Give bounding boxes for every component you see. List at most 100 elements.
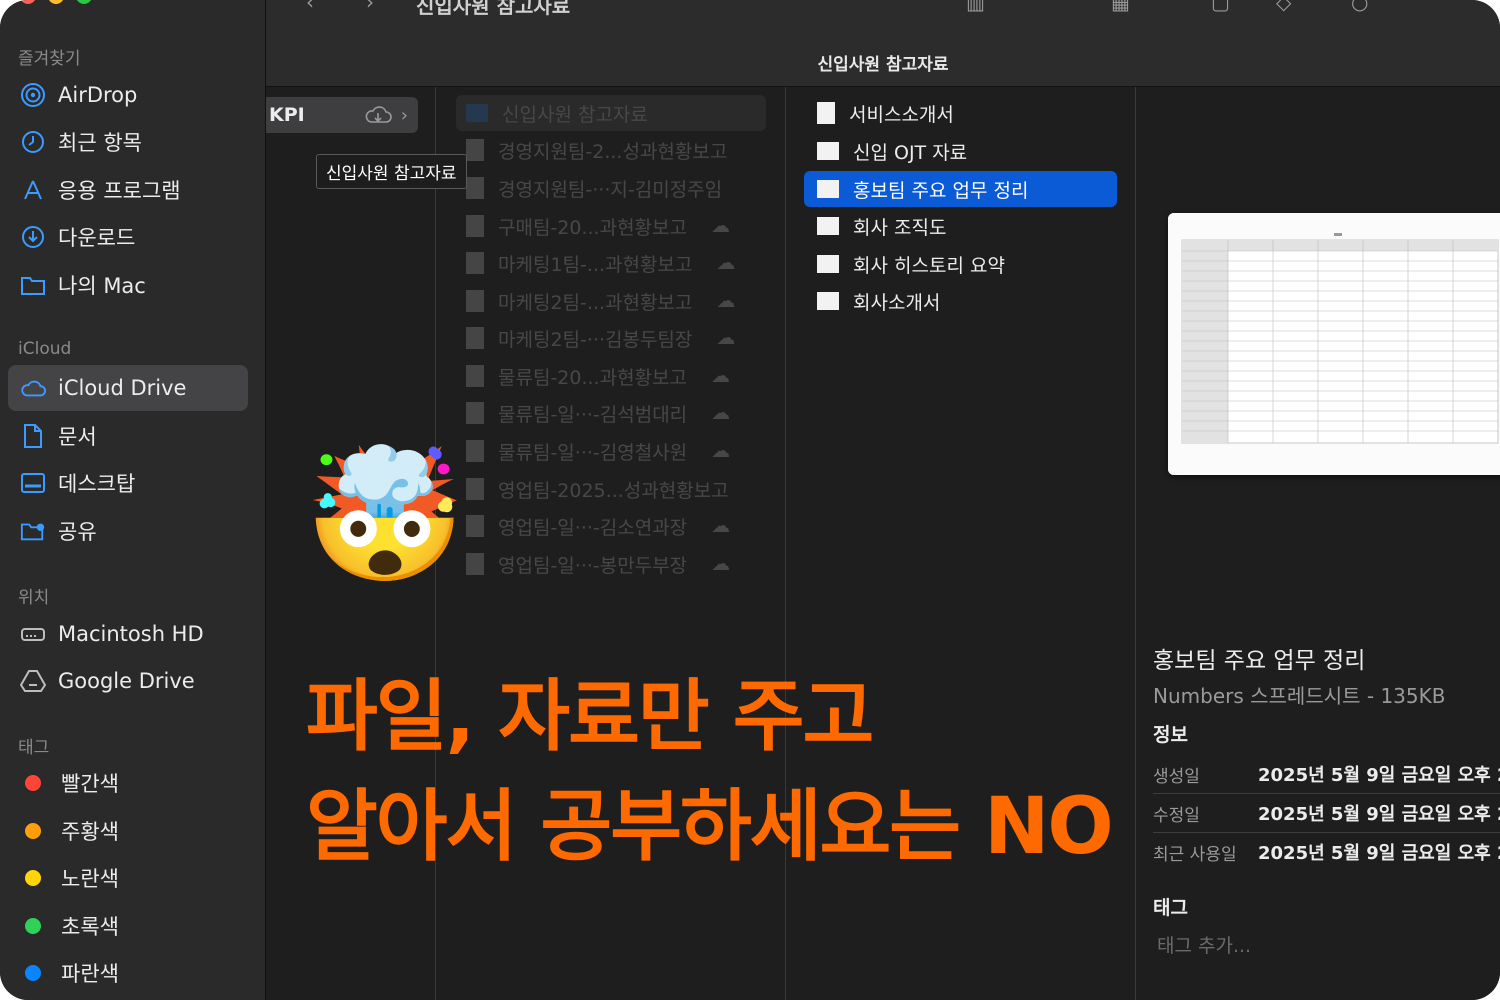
sidebar-item-label: 주황색 [61,820,119,844]
disk-icon [20,621,46,647]
list-item[interactable]: 마케팅1팀-...과현황보고 ☁ [466,245,735,281]
file-name: 경영지원팀-2...성과현황보고 [498,140,728,163]
sidebar-item-label: 문서 [58,425,97,449]
modified-label: 수정일 [1153,806,1200,826]
sidebar-item-macintosh-hd[interactable]: Macintosh HD [8,611,248,657]
icloud-download-icon: ☁ [711,553,731,575]
zoom-button[interactable] [76,0,92,4]
file-name: 서비스소개서 [849,103,954,126]
airdrop-icon [20,82,46,108]
shared-folder-icon [20,518,46,544]
list-item[interactable]: 마케팅2팀-...과현황보고 ☁ [466,283,735,319]
list-item[interactable]: 서비스소개서 [817,95,954,131]
list-item[interactable]: 영업팀-일···-봉만두부장 ☁ [466,546,730,582]
list-item-selected[interactable]: 홍보팀 주요 업무 정리 [804,171,1117,207]
icloud-download-icon: ☁ [711,440,731,462]
list-item[interactable]: 회사 조직도 [817,208,946,244]
forward-chevron-icon[interactable]: › [366,0,374,14]
file-name: 마케팅2팀-...과현황보고 [498,291,693,314]
list-item[interactable]: 물류팀-20...과현황보고 ☁ [466,358,730,394]
file-icon [466,478,484,500]
sidebar-item-label: 최근 항목 [58,131,142,155]
sidebar-item-documents[interactable]: 문서 [8,413,248,459]
toolbar: ‹ › 신입사원 참고자료 ▥ ▦ ▢ ◇ ○ 신입사원 참고자료 [266,0,1500,87]
file-name: 구매팀-20...과현황보고 [498,216,687,239]
sidebar-item-icloud-drive[interactable]: iCloud Drive [8,365,248,411]
file-name: 회사 히스토리 요약 [853,254,1005,277]
sidebar-item-recents[interactable]: 최근 항목 [8,119,248,165]
list-item[interactable]: 회사 히스토리 요약 [817,246,1005,282]
sidebar-item-label: 노란색 [61,867,119,891]
tag-icon[interactable]: ◇ [1276,0,1291,14]
close-button[interactable] [20,0,36,4]
minimize-button[interactable] [48,0,64,4]
sidebar-item-google-drive[interactable]: Google Drive [8,658,248,704]
folder-row-kpi[interactable]: KPI › [266,97,418,133]
applications-icon [20,177,46,203]
file-icon [466,290,484,312]
sidebar-item-label: 빨간색 [61,772,119,796]
sidebar-tag-blue[interactable]: 파란색 [8,950,248,996]
tag-dot-icon [25,823,41,839]
file-name: 신입사원 참고자료 [502,103,648,126]
sidebar-item-my-mac[interactable]: 나의 Mac [8,262,248,308]
file-icon [466,177,484,199]
modified-value: 2025년 5월 9일 금요일 오후 2: [1258,804,1500,825]
back-chevron-icon[interactable]: ‹ [306,0,314,14]
icloud-download-icon: ☁ [716,327,736,349]
sidebar-item-applications[interactable]: 응용 프로그램 [8,167,248,213]
more-icon[interactable]: ○ [1351,0,1368,14]
divider [1153,832,1500,833]
sidebar-tag-yellow[interactable]: 노란색 [8,855,248,901]
file-icon [817,142,839,160]
list-item[interactable]: 물류팀-일···-김석범대리 ☁ [466,395,730,431]
sidebar-tag-red[interactable]: 빨간색 [8,760,248,806]
tag-dot-icon [25,870,41,886]
group-icon[interactable]: ▦ [1111,0,1130,14]
icloud-download-icon: ☁ [716,290,736,312]
list-item[interactable]: 마케팅2팀-···김봉두팀장 ☁ [466,320,735,356]
tags-title: 태그 [1153,897,1188,919]
sidebar-item-airdrop[interactable]: AirDrop [8,72,248,118]
list-item[interactable]: 영업팀-일···-김소연과장 ☁ [466,508,730,544]
list-item[interactable]: 경영지원팀-···지-김미정주임 [466,170,722,206]
icloud-download-icon: ☁ [711,515,731,537]
file-name: 신입 OJT 자료 [853,141,968,164]
file-icon [466,252,484,274]
file-name: 물류팀-일···-김석범대리 [498,403,688,426]
folder-icon [20,272,46,298]
list-item[interactable]: 영업팀-2025...성과현황보고 [466,471,729,507]
add-tags-input[interactable]: 태그 추가... [1157,931,1251,958]
preview-kind: Numbers 스프레드시트 - 135KB [1153,684,1446,708]
sidebar-item-label: 다운로드 [58,226,136,250]
sidebar-item-downloads[interactable]: 다운로드 [8,214,248,260]
toolbar-window-title: 신입사원 참고자료 [416,0,571,18]
list-item[interactable]: 경영지원팀-2...성과현황보고 [466,132,727,168]
locations-section-title: 위치 [18,588,50,608]
sidebar-tag-green[interactable]: 초록색 [8,903,248,949]
download-icon [20,224,46,250]
list-item[interactable]: 신입사원 참고자료 [456,95,766,131]
sidebar-item-desktop[interactable]: 데스크탑 [8,460,248,506]
view-options-icon[interactable]: ▥ [966,0,985,14]
list-item[interactable]: 회사소개서 [817,283,940,319]
list-item[interactable]: 신입 OJT 자료 [817,133,967,169]
list-item[interactable]: 물류팀-일···-김영철사원 ☁ [466,433,730,469]
file-name: 영업팀-2025...성과현황보고 [498,479,729,502]
share-icon[interactable]: ▢ [1211,0,1230,14]
file-icon [466,553,484,575]
list-item[interactable]: 구매팀-20...과현황보고 ☁ [466,208,730,244]
created-label: 생성일 [1153,767,1200,787]
preview-filename: 홍보팀 주요 업무 정리 [1153,648,1366,674]
document-icon [20,423,46,449]
spreadsheet-thumbnail-icon [1168,213,1500,475]
file-icon [817,292,839,310]
sidebar-item-label: AirDrop [58,83,138,107]
sidebar-tag-orange[interactable]: 주황색 [8,808,248,854]
window-title: 신입사원 참고자료 [817,55,949,75]
desktop-icon [20,470,46,496]
overlay-caption-line-1: 파일, 자료만 주고 [306,672,874,762]
file-icon [466,365,484,387]
sidebar-item-shared[interactable]: 공유 [8,508,248,554]
sidebar-item-label: 응용 프로그램 [58,179,181,203]
